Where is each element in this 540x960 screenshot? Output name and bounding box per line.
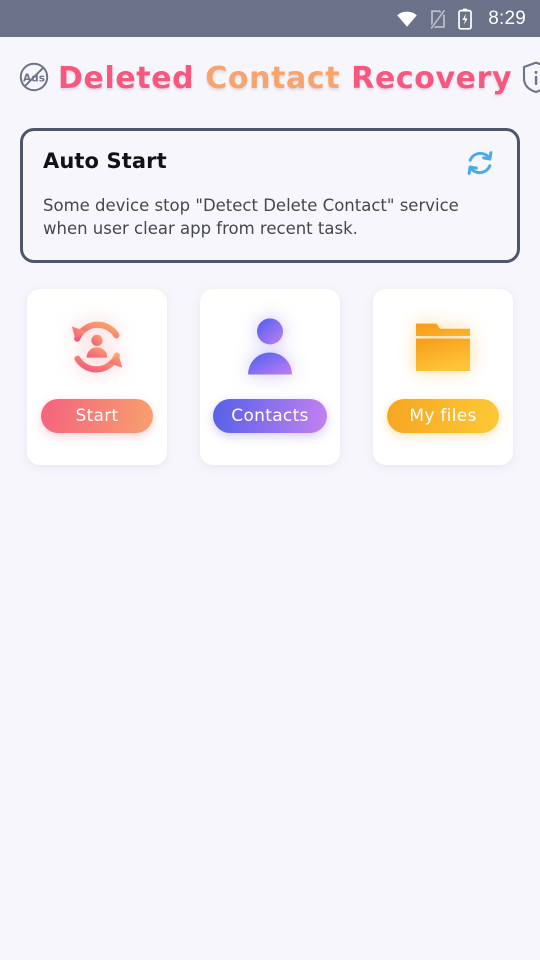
auto-start-description: Some device stop "Detect Delete Contact"… <box>43 196 459 239</box>
auto-start-title: Auto Start <box>43 149 167 173</box>
refresh-circle-icon <box>463 151 497 183</box>
status-bar-icons: 8:29 <box>396 8 526 30</box>
no-sim-icon <box>429 8 447 30</box>
wifi-icon <box>396 8 418 30</box>
page-title-part-2: Contact <box>205 61 352 96</box>
app-screen: 8:29 Ads Deleted Contact Recovery <box>0 0 540 960</box>
page-title-part-1: Deleted <box>58 61 206 96</box>
privacy-info-button[interactable] <box>512 55 540 103</box>
no-ads-button[interactable]: Ads <box>10 55 58 103</box>
folder-icon <box>409 313 477 381</box>
no-ads-icon: Ads <box>17 60 51 97</box>
auto-start-header: Auto Start <box>43 149 497 180</box>
status-bar-clock: 8:29 <box>488 8 526 29</box>
status-bar: 8:29 <box>0 0 540 37</box>
action-cards-row: Start Contacts My files <box>0 263 540 465</box>
content-empty-area <box>0 465 540 960</box>
page-title-part-3: Recovery <box>351 61 513 96</box>
contact-recovery-rotate-icon <box>63 313 131 381</box>
my-files-button[interactable]: My files <box>387 398 499 433</box>
page-title: Deleted Contact Recovery <box>58 61 512 96</box>
action-card-my-files[interactable]: My files <box>373 288 513 465</box>
contacts-button[interactable]: Contacts <box>213 398 327 433</box>
start-button[interactable]: Start <box>41 398 153 433</box>
action-card-start[interactable]: Start <box>27 288 167 465</box>
battery-charging-icon <box>458 8 473 30</box>
person-icon <box>236 313 304 381</box>
action-card-contacts[interactable]: Contacts <box>200 288 340 465</box>
shield-info-icon <box>521 60 540 97</box>
auto-start-refresh-button[interactable] <box>463 146 497 180</box>
app-bar: Ads Deleted Contact Recovery <box>0 37 540 120</box>
auto-start-card: Auto Start Some device stop "Detect Dele… <box>20 128 520 263</box>
